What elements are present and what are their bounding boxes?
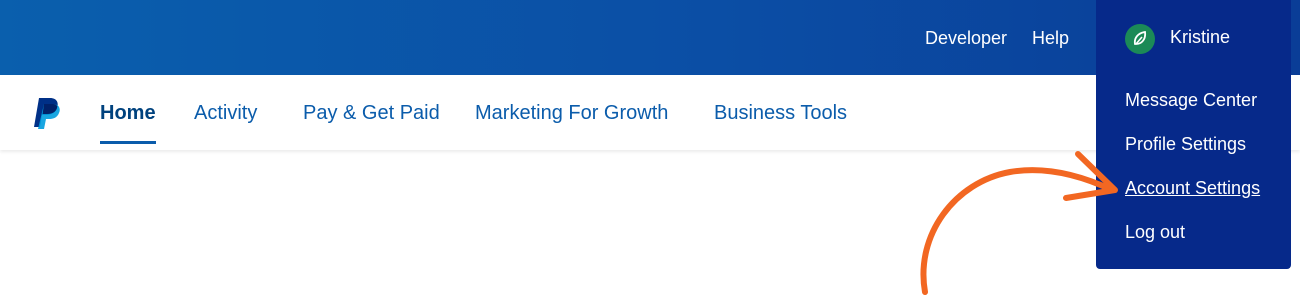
menu-profile-settings[interactable]: Profile Settings	[1125, 134, 1246, 155]
nav-marketing-for-growth[interactable]: Marketing For Growth	[475, 102, 668, 125]
menu-log-out[interactable]: Log out	[1125, 222, 1185, 243]
paypal-logo-icon[interactable]	[33, 96, 61, 130]
nav-business-tools[interactable]: Business Tools	[714, 102, 847, 125]
nav-home[interactable]: Home	[100, 102, 156, 125]
developer-link[interactable]: Developer	[925, 28, 1007, 49]
menu-message-center[interactable]: Message Center	[1125, 90, 1257, 111]
user-name[interactable]: Kristine	[1170, 27, 1230, 48]
nav-activity[interactable]: Activity	[194, 102, 257, 125]
menu-account-settings[interactable]: Account Settings	[1125, 178, 1260, 199]
leaf-avatar-icon[interactable]	[1125, 24, 1155, 54]
nav-pay-get-paid[interactable]: Pay & Get Paid	[303, 102, 440, 125]
help-link[interactable]: Help	[1032, 28, 1069, 49]
active-tab-indicator	[100, 141, 156, 144]
